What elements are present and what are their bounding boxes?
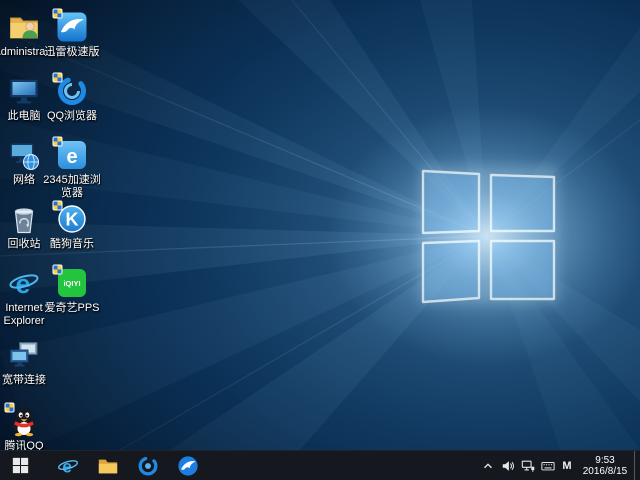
taskbar: e <box>0 450 640 480</box>
desktop[interactable]: Administra... 此电脑 <box>0 0 640 450</box>
desktop-icon-label: 酷狗音乐 <box>39 238 105 251</box>
tray-hidden-icons-button[interactable] <box>478 451 498 480</box>
shield-badge-icon <box>52 72 63 83</box>
shield-badge-icon <box>52 264 63 275</box>
desktop-icon-thunder[interactable]: 迅雷极速版 <box>48 10 96 59</box>
desktop-icon-iqiyi[interactable]: iQIYI 爱奇艺PPS <box>48 266 96 315</box>
taskbar-internet-explorer-button[interactable]: e <box>48 451 88 480</box>
network-globe-icon <box>7 138 41 172</box>
show-desktop-button[interactable] <box>634 451 640 480</box>
start-button[interactable] <box>0 451 40 480</box>
desktop-icon-label: 宽带连接 <box>0 374 57 387</box>
desktop-icon-label: 腾讯QQ <box>0 440 57 450</box>
computer-icon <box>7 74 41 108</box>
chevron-up-icon <box>481 459 495 473</box>
qq-browser-icon <box>55 74 89 108</box>
user-folder-icon <box>7 10 41 44</box>
shield-badge-icon <box>52 8 63 19</box>
tray-touch-keyboard-button[interactable] <box>538 451 558 480</box>
thunder-bird-icon <box>55 10 89 44</box>
desktop-icon-label: 迅雷极速版 <box>39 46 105 59</box>
clock-time: 9:53 <box>576 455 634 466</box>
2345-browser-icon: e <box>55 138 89 172</box>
kugou-music-icon: K <box>55 202 89 236</box>
internet-explorer-icon: e <box>7 266 41 300</box>
recycle-bin-icon <box>7 202 41 236</box>
svg-text:e: e <box>62 456 72 476</box>
taskbar-qq-browser-button[interactable] <box>128 451 168 480</box>
desktop-icon-label: QQ浏览器 <box>39 110 105 123</box>
qq-browser-icon <box>137 455 159 477</box>
shield-badge-icon <box>52 200 63 211</box>
system-tray: M 9:53 2016/8/15 <box>478 451 640 480</box>
speaker-icon <box>501 459 515 473</box>
tray-volume-button[interactable] <box>498 451 518 480</box>
desktop-icon-tencent-qq[interactable]: 腾讯QQ <box>0 404 48 450</box>
wallpaper-image <box>0 0 640 450</box>
broadband-connection-icon <box>7 338 41 372</box>
desktop-icon-qq-browser[interactable]: QQ浏览器 <box>48 74 96 123</box>
desktop-icon-2345-browser[interactable]: e 2345加速浏览器 <box>48 138 96 200</box>
shield-badge-icon <box>4 402 15 413</box>
desktop-icon-kugou[interactable]: K 酷狗音乐 <box>48 202 96 251</box>
desktop-icon-label: 爱奇艺PPS <box>39 302 105 315</box>
windows-logo-icon <box>12 457 29 474</box>
qq-penguin-icon <box>7 404 41 438</box>
clock-date: 2016/8/15 <box>576 466 634 477</box>
ethernet-network-icon <box>521 459 535 473</box>
desktop-icon-label: 2345加速浏览器 <box>39 174 105 200</box>
iqiyi-pps-icon: iQIYI <box>55 266 89 300</box>
thunder-bird-icon <box>177 455 199 477</box>
tray-network-button[interactable] <box>518 451 538 480</box>
tray-ime-indicator[interactable]: M <box>558 451 576 480</box>
file-explorer-folder-icon <box>97 455 119 477</box>
internet-explorer-icon: e <box>57 455 79 477</box>
svg-text:K: K <box>66 210 79 230</box>
taskbar-clock[interactable]: 9:53 2016/8/15 <box>576 451 634 480</box>
svg-text:e: e <box>15 269 30 299</box>
taskbar-file-explorer-button[interactable] <box>88 451 128 480</box>
keyboard-icon <box>541 459 555 473</box>
svg-text:e: e <box>66 146 77 168</box>
desktop-icon-internet-explorer[interactable]: e Internet Explorer <box>0 266 48 328</box>
desktop-icon-broadband[interactable]: 宽带连接 <box>0 338 48 387</box>
taskbar-thunder-button[interactable] <box>168 451 208 480</box>
shield-badge-icon <box>52 136 63 147</box>
taskbar-spacer <box>40 451 48 480</box>
screen: Administra... 此电脑 <box>0 0 640 480</box>
svg-text:iQIYI: iQIYI <box>63 279 80 288</box>
